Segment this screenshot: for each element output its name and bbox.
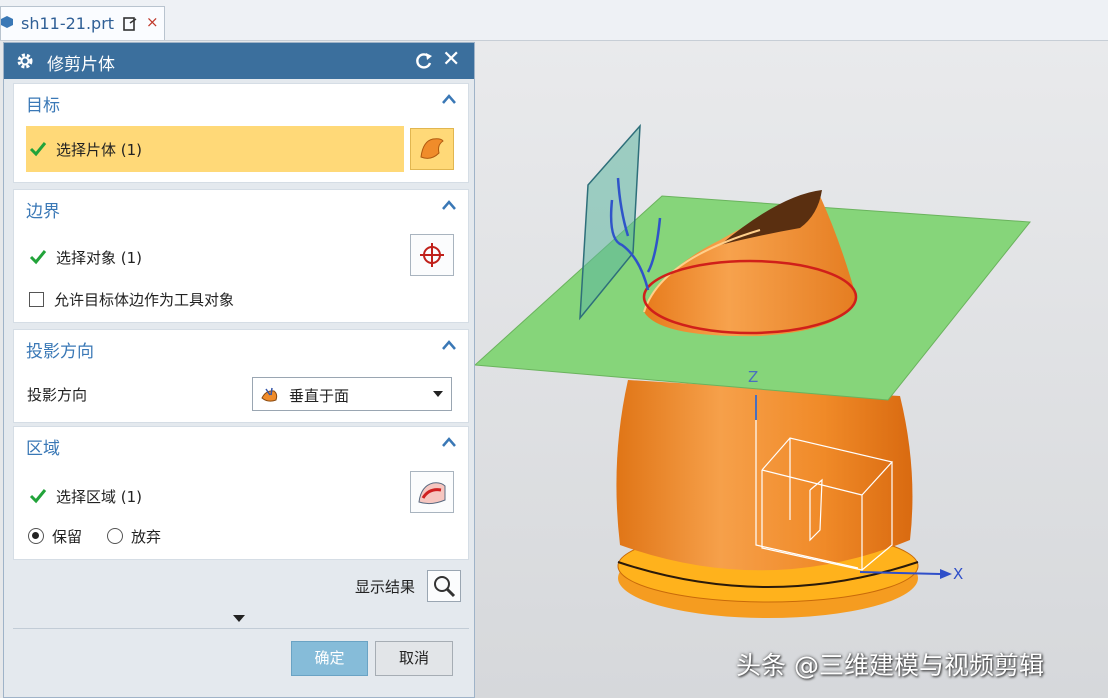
group-target-title[interactable]: 目标 (26, 91, 60, 116)
reset-icon[interactable] (414, 51, 434, 71)
graphics-viewport[interactable]: Z X (475, 41, 1108, 698)
group-region: 区域 选择区域 (1) 保留 放弃 (13, 426, 469, 560)
modified-icon (123, 17, 137, 31)
normal-to-face-icon (261, 387, 278, 402)
select-sheet-label: 选择片体 (1) (56, 141, 143, 159)
group-boundary-title[interactable]: 边界 (26, 197, 60, 222)
group-projection-title[interactable]: 投影方向 (26, 337, 94, 362)
select-object-button[interactable] (410, 234, 454, 276)
keep-label[interactable]: 保留 (52, 526, 82, 547)
allow-target-edge-checkbox[interactable] (29, 292, 44, 307)
keep-radio[interactable] (28, 528, 44, 544)
tab-bar: sh11-21.prt × (0, 0, 1108, 41)
expand-more-icon[interactable] (233, 615, 245, 622)
select-sheet-row[interactable]: 选择片体 (1) (26, 126, 404, 172)
group-projection: 投影方向 投影方向 垂直于面 (13, 329, 469, 423)
lower-body (616, 380, 913, 571)
select-region-label[interactable]: 选择区域 (1) (56, 486, 142, 507)
select-object-label[interactable]: 选择对象 (1) (56, 247, 142, 268)
tab-title: sh11-21.prt (21, 14, 115, 33)
select-sheet-button[interactable] (410, 128, 454, 170)
trim-sheet-dialog: 修剪片体 ✕ 目标 选择片体 (1) 边界 选择对象 (1) 允许目标体边作为工… (3, 42, 475, 698)
chevron-up-icon[interactable] (440, 434, 458, 450)
show-result-button[interactable] (427, 570, 461, 602)
group-target: 目标 选择片体 (1) (13, 83, 469, 183)
sheet-body-icon (420, 138, 444, 159)
model-scene (475, 123, 1031, 618)
check-icon (29, 489, 47, 504)
group-boundary: 边界 选择对象 (1) 允许目标体边作为工具对象 (13, 189, 469, 323)
tab-close-icon[interactable]: × (146, 13, 159, 31)
watermark: 头条 @三维建模与视频剪辑 (736, 651, 1044, 680)
crosshair-icon (420, 243, 444, 267)
axis-x-label: X (953, 565, 964, 583)
projection-direction-select[interactable]: 垂直于面 (252, 377, 452, 411)
discard-label[interactable]: 放弃 (131, 526, 161, 547)
projection-field-label: 投影方向 (27, 386, 88, 404)
show-result-label: 显示结果 (355, 578, 416, 596)
dialog-title: 修剪片体 (47, 55, 115, 75)
ok-button[interactable]: 确定 (291, 641, 368, 676)
dialog-close-icon[interactable]: ✕ (442, 47, 460, 72)
axis-z-label: Z (748, 368, 759, 386)
group-region-title[interactable]: 区域 (26, 434, 60, 459)
dialog-header[interactable]: 修剪片体 ✕ (4, 43, 474, 79)
select-region-button[interactable] (410, 471, 454, 513)
gear-icon[interactable] (16, 52, 34, 70)
discard-radio[interactable] (107, 528, 123, 544)
projection-direction-value: 垂直于面 (289, 387, 350, 405)
cancel-button[interactable]: 取消 (375, 641, 453, 676)
chevron-up-icon[interactable] (440, 91, 458, 107)
check-icon (29, 250, 47, 265)
region-icon (418, 482, 446, 505)
chevron-down-icon (433, 391, 443, 397)
allow-target-edge-label[interactable]: 允许目标体边作为工具对象 (54, 289, 234, 310)
tab-part-file[interactable]: sh11-21.prt × (0, 6, 165, 40)
part-file-icon (1, 16, 13, 28)
magnifier-icon (434, 576, 456, 598)
check-icon (29, 142, 47, 157)
chevron-up-icon[interactable] (440, 337, 458, 353)
chevron-up-icon[interactable] (440, 197, 458, 213)
divider (13, 628, 469, 629)
